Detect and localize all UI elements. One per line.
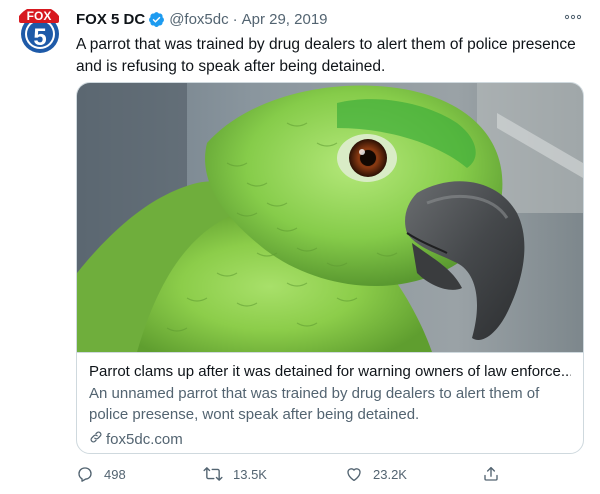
card-image: [77, 83, 583, 352]
share-icon: [482, 465, 500, 483]
svg-text:5: 5: [33, 24, 46, 51]
reply-count: 498: [104, 466, 126, 482]
retweet-icon: [203, 465, 223, 483]
retweet-button[interactable]: 13.5K: [203, 460, 267, 488]
like-count: 23.2K: [373, 466, 407, 482]
display-name[interactable]: FOX 5 DC: [76, 11, 145, 28]
tweet: FOX 5 FOX 5 DC @fox5dc · Apr 29, 2019 A …: [0, 0, 600, 494]
tweet-text: A parrot that was trained by drug dealer…: [76, 36, 576, 75]
reply-icon: [76, 465, 94, 483]
tweet-actions: 498 13.5K 23.2K: [76, 460, 584, 488]
card-title: Parrot clams up after it was detained fo…: [89, 363, 571, 380]
card-domain-text: fox5dc.com: [106, 431, 183, 448]
link-icon: [89, 429, 106, 450]
tweet-header: FOX 5 DC @fox5dc · Apr 29, 2019: [76, 8, 328, 30]
like-button[interactable]: 23.2K: [345, 460, 407, 488]
more-icon[interactable]: [560, 6, 586, 28]
retweet-count: 13.5K: [233, 466, 267, 482]
avatar[interactable]: FOX 5: [14, 6, 64, 56]
like-icon: [345, 465, 363, 483]
separator: ·: [232, 10, 238, 28]
handle[interactable]: @fox5dc: [169, 11, 228, 28]
share-button[interactable]: [482, 460, 500, 488]
card-body: Parrot clams up after it was detained fo…: [77, 352, 583, 453]
link-card[interactable]: Parrot clams up after it was detained fo…: [76, 82, 584, 454]
svg-text:FOX: FOX: [27, 9, 52, 23]
card-domain: fox5dc.com: [89, 429, 571, 450]
card-description: An unnamed parrot that was trained by dr…: [89, 385, 540, 423]
fox5-logo-icon: FOX 5: [14, 6, 64, 56]
verified-badge-icon: [148, 11, 165, 28]
reply-button[interactable]: 498: [76, 460, 126, 488]
tweet-date[interactable]: Apr 29, 2019: [242, 11, 328, 28]
